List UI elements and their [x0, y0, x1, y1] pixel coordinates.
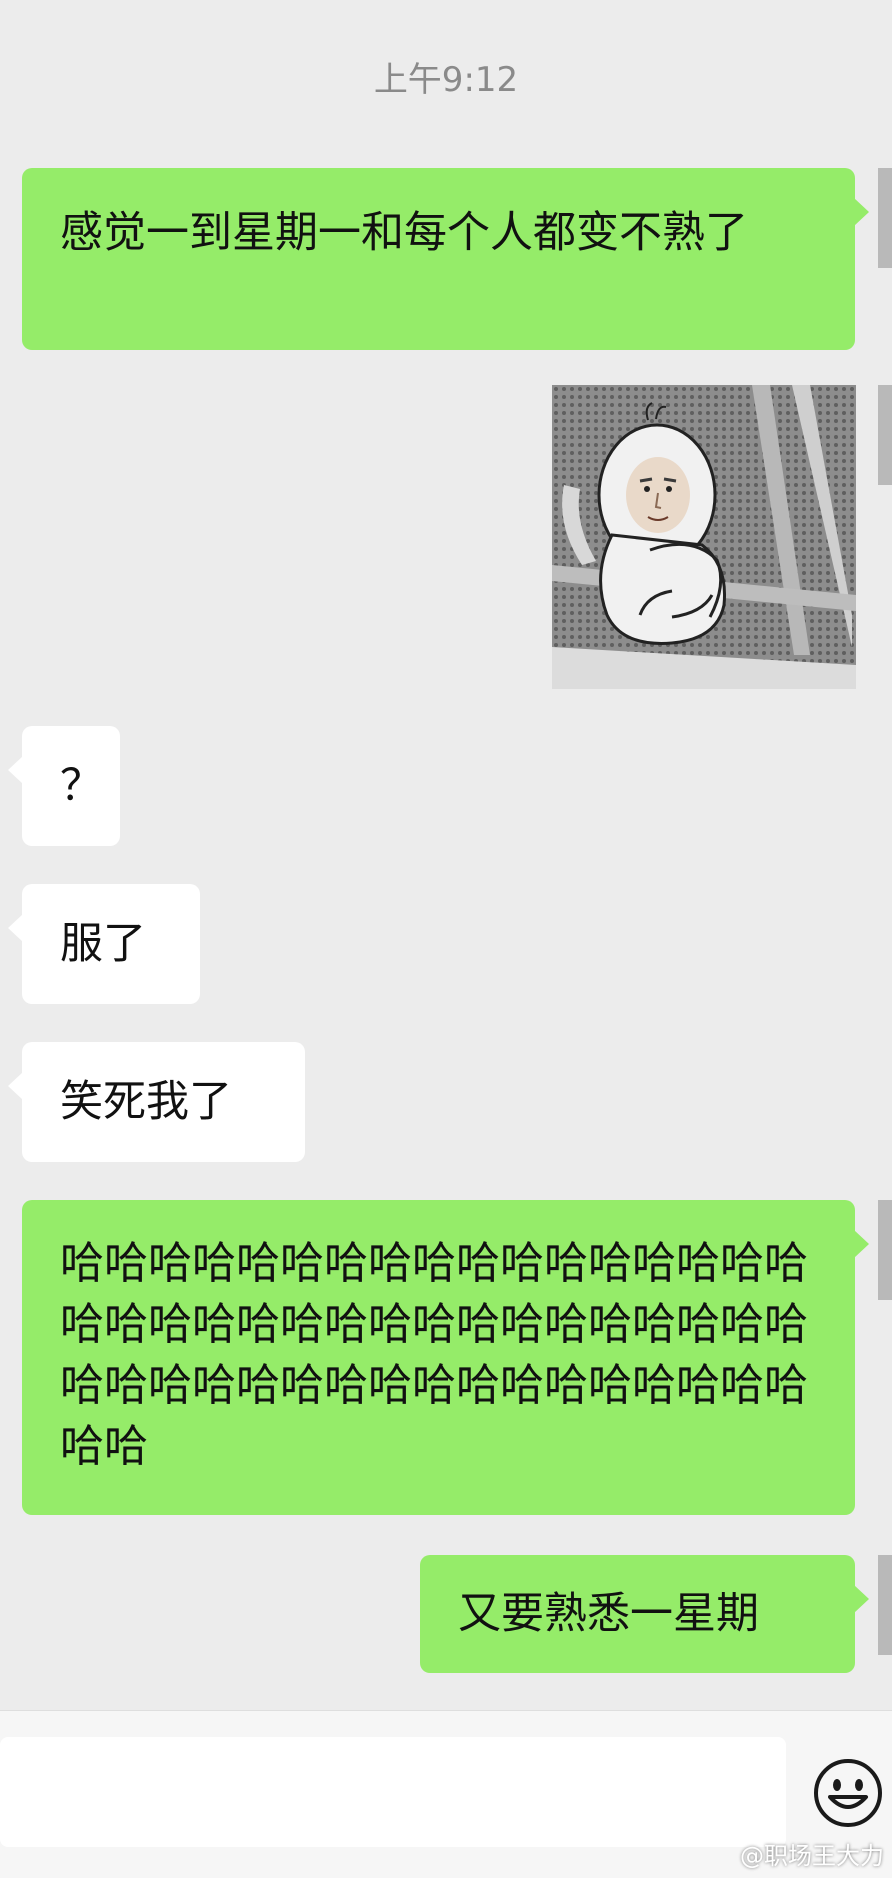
smiley-face-icon[interactable]: [812, 1757, 884, 1829]
message-text: ？: [60, 761, 103, 811]
message-bubble-sent[interactable]: 哈哈哈哈哈哈哈哈哈哈哈哈哈哈哈哈哈哈哈哈哈哈哈哈哈哈哈哈哈哈哈哈哈哈哈哈哈哈哈哈…: [22, 1200, 869, 1515]
timestamp: 上午9:12: [373, 60, 519, 100]
message-input[interactable]: [0, 1737, 786, 1847]
watermark: @职场王大力: [740, 1842, 884, 1870]
message-bubble-received[interactable]: 笑死我了: [8, 1042, 305, 1162]
message-bubble-received[interactable]: ？: [8, 726, 120, 846]
message-text: 笑死我了: [60, 1077, 232, 1127]
message-text: 哈哈哈哈哈哈哈哈哈哈哈哈哈哈哈哈哈哈哈哈哈哈哈哈哈哈哈哈哈哈哈哈哈哈哈哈哈哈哈哈…: [60, 1238, 808, 1472]
my-avatar[interactable]: [878, 168, 892, 268]
message-bubble-sent[interactable]: 又要熟悉一星期: [420, 1555, 869, 1673]
message-bubble-sent[interactable]: 感觉一到星期一和每个人都变不熟了: [22, 168, 869, 350]
my-avatar[interactable]: [878, 1200, 892, 1300]
message-text: 又要熟悉一星期: [458, 1589, 759, 1639]
sticker-illustration: [552, 385, 856, 689]
my-avatar[interactable]: [878, 385, 892, 485]
smiley-face-icon-glyph: [814, 1759, 882, 1827]
message-bubble-received[interactable]: 服了: [8, 884, 200, 1004]
my-avatar[interactable]: [878, 1555, 892, 1655]
message-text: 感觉一到星期一和每个人都变不熟了: [60, 208, 748, 258]
message-text: 服了: [60, 919, 146, 969]
sticker-image[interactable]: [552, 385, 856, 689]
